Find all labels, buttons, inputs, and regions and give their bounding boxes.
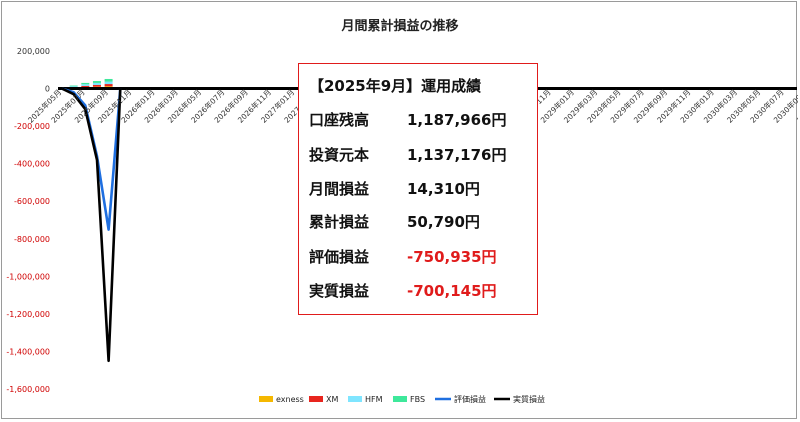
bar-HFM (92, 82, 101, 85)
bar-HFM (104, 81, 113, 85)
summary-label: 投資元本 (309, 146, 370, 164)
legend-label: HFM (365, 395, 383, 404)
summary-value: 1,187,966円 (407, 111, 507, 129)
y-tick-label: -1,000,000 (6, 272, 50, 281)
y-tick-label: -600,000 (14, 197, 50, 206)
y-axis: 200,0000-200,000-400,000-600,000-800,000… (6, 47, 50, 394)
bar-XM (92, 84, 101, 87)
summary-label: 実質損益 (309, 282, 370, 300)
summary-label: 評価損益 (309, 248, 370, 266)
y-tick-label: 0 (45, 85, 50, 94)
legend-label: XM (326, 395, 338, 404)
y-tick-label: 200,000 (17, 47, 50, 56)
legend: exness XM HFM FBS 評価損益 実質損益 (259, 394, 545, 404)
summary-row-unrealized: 評価損益 -750,935円 (299, 246, 537, 276)
legend-swatch (259, 396, 273, 402)
bar-FBS (92, 81, 101, 83)
legend-swatch (348, 396, 362, 402)
summary-label: 月間損益 (309, 180, 370, 198)
chart-title: 月間累計損益の推移 (340, 18, 458, 34)
legend-label: 実質損益 (513, 394, 545, 404)
legend-label: exness (276, 395, 304, 404)
chart-frame: 月間累計損益の推移 200,000 0 -200,000 -400,000 -600,0… (1, 1, 798, 419)
summary-heading: 【2025年9月】運用成績 (309, 77, 482, 95)
bar-FBS (69, 85, 78, 87)
bar-FBS (104, 78, 113, 82)
y-tick-label: -400,000 (14, 160, 50, 169)
summary-label: 口座残高 (309, 111, 370, 129)
performance-summary-box: 【2025年9月】運用成績 口座残高 1,187,966円 投資元本 1,137… (298, 63, 538, 315)
bar-XM (81, 85, 90, 88)
y-tick-label: -1,400,000 (6, 347, 50, 356)
y-tick-label: -1,200,000 (6, 310, 50, 319)
bar-XM (104, 84, 113, 87)
legend-label: 評価損益 (454, 394, 486, 404)
summary-label: 累計損益 (309, 213, 370, 231)
summary-row-principal: 投資元本 1,137,176円 (299, 144, 537, 174)
summary-row-cumulative: 累計損益 50,790円 (299, 211, 537, 241)
line-実質損益 (61, 87, 122, 363)
legend-label: FBS (410, 395, 425, 404)
summary-value: -750,935円 (407, 248, 497, 266)
bar-HFM (81, 84, 90, 86)
summary-value: 1,137,176円 (407, 146, 507, 164)
summary-row-real: 実質損益 -700,145円 (299, 280, 537, 310)
summary-row-monthly: 月間損益 14,310円 (299, 178, 537, 208)
summary-value: -700,145円 (407, 282, 497, 300)
summary-row-balance: 口座残高 1,187,966円 (299, 109, 537, 139)
legend-swatch (309, 396, 323, 402)
bar-FBS (81, 82, 90, 85)
y-tick-label: -800,000 (14, 235, 50, 244)
y-tick-label: -1,600,000 (6, 385, 50, 394)
summary-value: 50,790円 (407, 213, 480, 231)
summary-value: 14,310円 (407, 180, 480, 198)
legend-swatch (393, 396, 407, 402)
